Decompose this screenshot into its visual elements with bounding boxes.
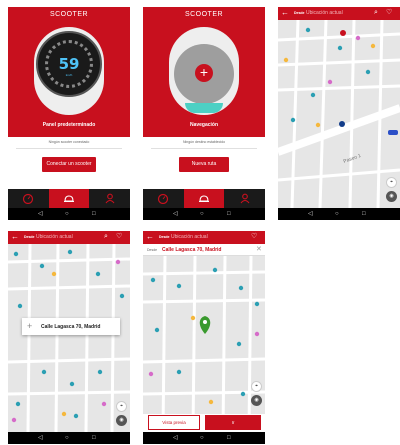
route-actions: Vista previa Ir [143,414,265,432]
back-arrow-icon[interactable]: ← [146,232,154,242]
screen-navigation: SCOOTER + Navegación Ningún destino esta… [143,7,265,220]
destination-status: Ningún destino establecido [182,140,226,144]
from-label: Desde [294,11,305,15]
map-header: ← Desde Ubicación actual ♡ [143,231,265,244]
tab-profile[interactable] [90,189,130,208]
android-nav-bar: ◁ ○ □ [8,208,130,220]
add-destination-button[interactable]: + [195,64,213,82]
nav-home-icon[interactable]: ○ [335,210,339,218]
from-label: Desde [24,235,35,239]
bottom-tab-bar [8,189,130,208]
map-header: ← Desde Ubicación actual ⌕ ♡ [8,231,130,244]
layers-button[interactable]: ◉ [116,415,127,426]
nav-back-icon[interactable]: ◁ [38,210,43,218]
preview-button[interactable]: Vista previa [148,415,200,430]
nav-back-icon[interactable]: ◁ [173,434,178,442]
close-icon[interactable]: ✕ [256,245,262,254]
layers-button[interactable]: ◉ [386,191,397,202]
street-map: Paseo 1 [278,20,400,208]
location-input[interactable]: Ubicación actual [171,234,208,240]
street-map [8,244,130,432]
screen-dashboard: SCOOTER 59 km/h Panel predeterminado Nin… [8,7,130,220]
map-view[interactable]: Paseo 1 [278,20,400,208]
tab-speedometer[interactable] [143,189,183,208]
address-card[interactable]: + Calle Lagasca 70, Madrid [22,318,120,335]
map-view[interactable] [143,244,265,432]
nav-home-icon[interactable]: ○ [65,210,69,218]
nav-home-icon[interactable]: ○ [65,434,69,442]
back-arrow-icon[interactable]: ← [281,8,289,18]
nav-home-icon[interactable]: ○ [200,434,204,442]
tab-profile[interactable] [225,189,265,208]
location-input[interactable]: Ubicación actual [306,10,343,16]
destination-address[interactable]: Calle Lagasca 70, Madrid [162,247,221,253]
tab-scooter[interactable] [49,189,89,208]
from-label: Desde [159,235,170,239]
nav-recents-icon[interactable]: □ [227,434,231,442]
speedometer-dial: 59 km/h [36,31,102,97]
screen-map-address: ← Desde Ubicación actual ⌕ ♡ + Calle Lag… [8,231,130,444]
nav-back-icon[interactable]: ◁ [38,434,43,442]
bottom-tab-bar [143,189,265,208]
app-title: SCOOTER [184,11,224,18]
favorites-icon[interactable]: ♡ [116,232,122,241]
android-nav-bar: ◁ ○ □ [143,432,265,444]
locate-button[interactable]: ⌖ [251,381,262,392]
locate-button[interactable]: ⌖ [116,401,127,412]
map-header: ← Desde Ubicación actual ⌕ ♡ [278,7,400,20]
street-map [143,244,265,432]
scooter-icon [64,195,74,202]
screen-map: ← Desde Ubicación actual ⌕ ♡ Paseo 1 ⌖ ◉… [278,7,400,220]
screen-route-preview: ← Desde Ubicación actual ♡ Desde Calle L… [143,231,265,444]
go-button[interactable]: Ir [205,415,261,430]
back-arrow-icon[interactable]: ← [11,232,19,242]
nav-home-icon[interactable]: ○ [200,210,204,218]
speedometer-icon [157,193,169,204]
profile-icon [105,193,115,204]
new-route-button[interactable]: Nueva ruta [179,157,229,172]
speedometer-icon [22,193,34,204]
android-nav-bar: ◁ ○ □ [143,208,265,220]
divider [16,148,122,149]
nav-back-icon[interactable]: ◁ [173,210,178,218]
android-nav-bar: ◁ ○ □ [278,208,400,220]
profile-icon [240,193,250,204]
nav-recents-icon[interactable]: □ [362,210,366,218]
favorites-icon[interactable]: ♡ [251,232,257,241]
navigation-arc [185,103,223,113]
connection-status: Ningún scooter conectado [48,140,90,144]
locate-button[interactable]: ⌖ [386,177,397,188]
android-nav-bar: ◁ ○ □ [8,432,130,444]
map-view[interactable] [8,244,130,432]
app-title: SCOOTER [49,11,89,18]
layers-button[interactable]: ◉ [251,395,262,406]
favorites-icon[interactable]: ♡ [386,8,392,17]
destination-bar[interactable]: Desde Calle Lagasca 70, Madrid ✕ [143,244,265,256]
address-text: Calle Lagasca 70, Madrid [41,324,101,330]
divider [151,148,257,149]
nav-recents-icon[interactable]: □ [92,210,96,218]
tab-scooter[interactable] [184,189,224,208]
search-icon[interactable]: ⌕ [374,8,378,17]
panel-label[interactable]: Navegación [143,122,265,128]
from-label: Desde [147,248,158,252]
panel-label[interactable]: Panel predeterminado [8,122,130,128]
add-icon[interactable]: + [27,319,32,333]
speed-value: 59 [58,55,80,73]
nav-recents-icon[interactable]: □ [227,210,231,218]
nav-back-icon[interactable]: ◁ [308,210,313,218]
tab-speedometer[interactable] [8,189,48,208]
location-input[interactable]: Ubicación actual [36,234,73,240]
scooter-icon [199,195,209,202]
speed-unit: km/h [65,73,73,77]
connect-scooter-button[interactable]: Conectar un scooter [42,157,96,172]
search-icon[interactable]: ⌕ [104,232,108,241]
nav-recents-icon[interactable]: □ [92,434,96,442]
